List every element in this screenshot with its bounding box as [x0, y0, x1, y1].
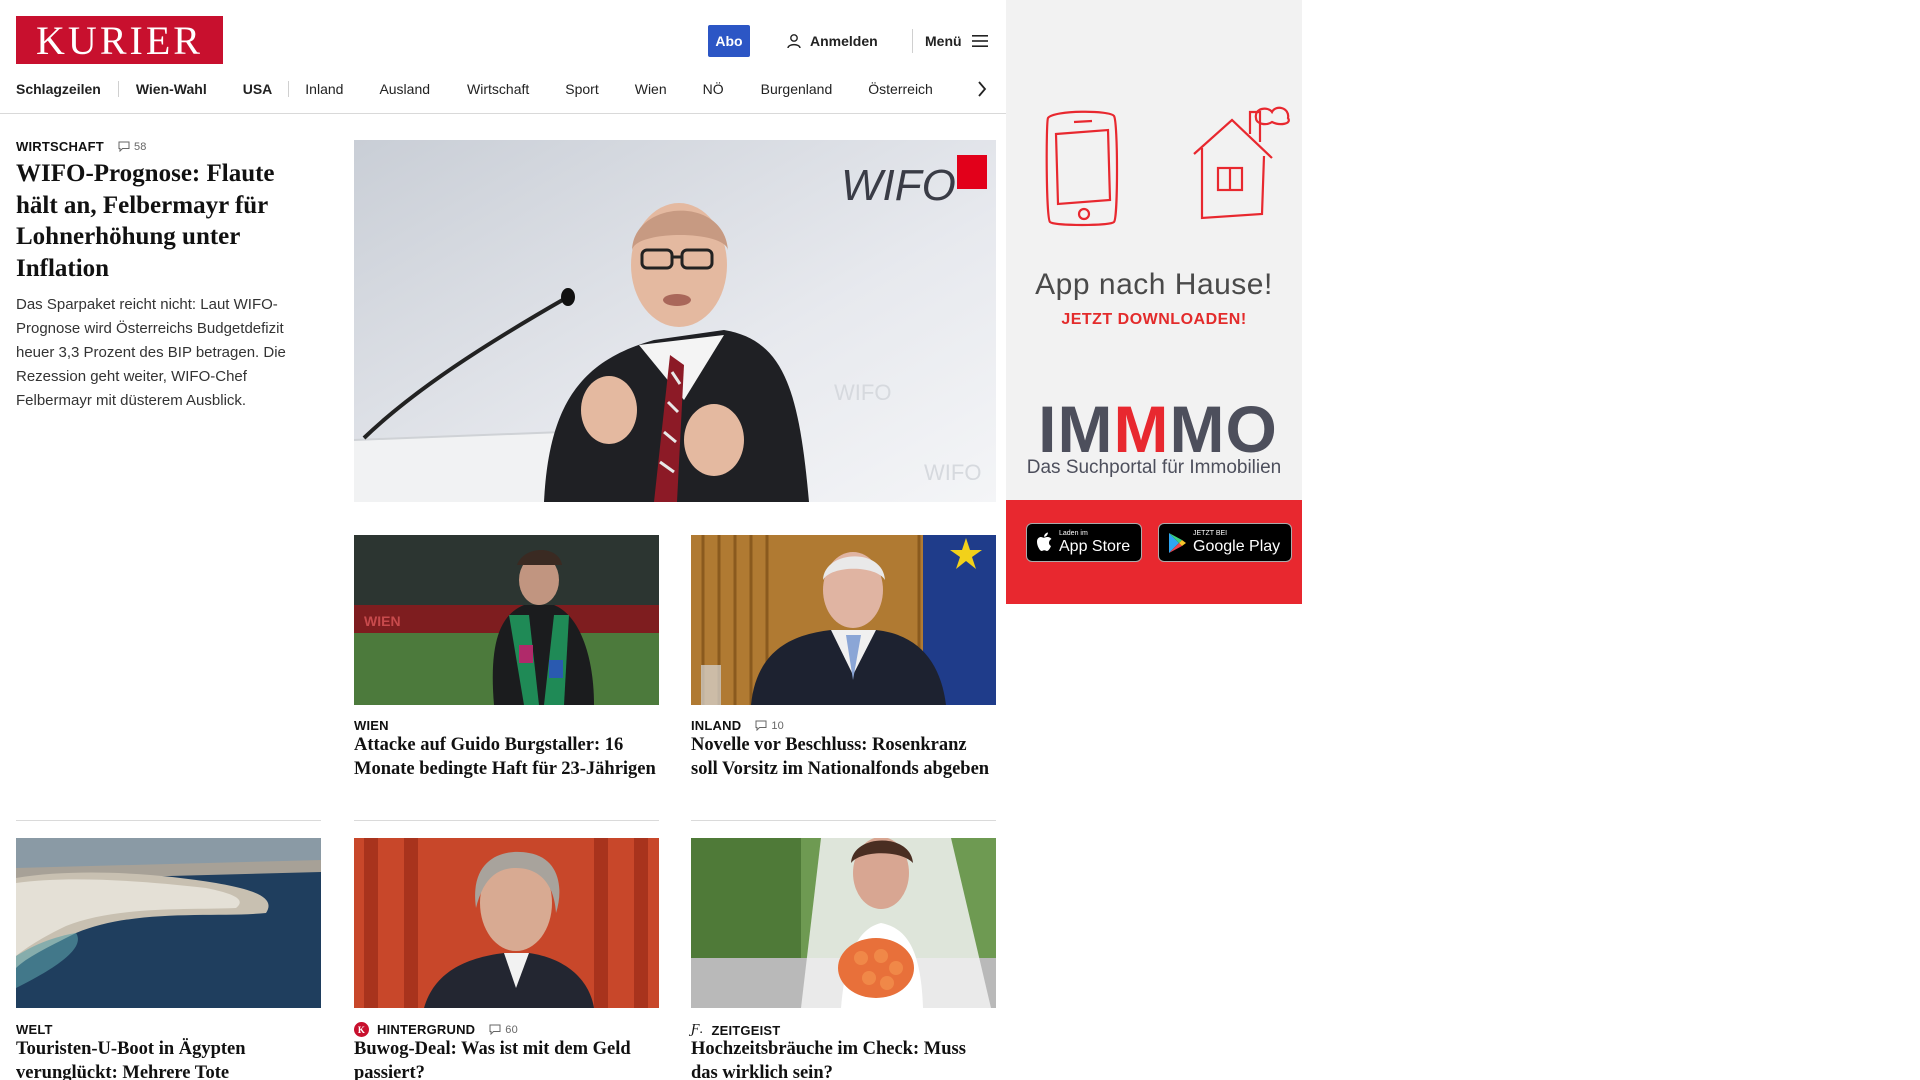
nav-scroll-right-button[interactable] — [972, 76, 992, 102]
google-play-small-label: JETZT BEI — [1193, 530, 1228, 537]
chevron-right-icon — [978, 81, 987, 97]
card-image-zeitgeist[interactable] — [691, 838, 996, 1008]
card-headline-wien[interactable]: Attacke auf Guido Burgstaller: 16 Monate… — [354, 734, 656, 781]
nav-item-wirtschaft[interactable]: Wirtschaft — [467, 81, 529, 97]
card-comment-count[interactable]: 60 — [489, 1024, 518, 1036]
comment-count-value: 60 — [505, 1023, 518, 1036]
google-play-icon — [1169, 532, 1186, 553]
kurier-logo[interactable]: KURIER — [16, 16, 223, 64]
nav-item-wien[interactable]: Wien — [635, 81, 667, 97]
card-headline-zeitgeist[interactable]: Hochzeitsbräuche im Check: Muss das wirk… — [691, 1038, 993, 1080]
card-kicker-zeitgeist: ƒ. ZEITGEIST — [691, 1022, 780, 1038]
card-headline-hintergrund[interactable]: Buwog-Deal: Was ist mit dem Geld passier… — [354, 1038, 656, 1080]
row-divider — [691, 820, 996, 821]
card-image-wien[interactable]: WIEN — [354, 535, 659, 705]
row-divider — [354, 820, 659, 821]
hamburger-icon — [971, 35, 988, 47]
card-kicker-hintergrund: K HINTERGRUND 60 — [354, 1022, 518, 1037]
google-play-button[interactable]: JETZT BEI Google Play — [1158, 523, 1292, 562]
comment-count-value: 10 — [771, 719, 784, 732]
card-comment-count[interactable]: 10 — [755, 720, 784, 732]
card-category[interactable]: WIEN — [354, 718, 389, 733]
card-headline-welt[interactable]: Touristen-U-Boot in Ägypten verunglückt:… — [16, 1038, 318, 1080]
immmo-logo-part: IM — [1038, 392, 1114, 466]
card-image-wien-graphic: WIEN — [354, 535, 659, 705]
svg-text:WIFO: WIFO — [924, 460, 981, 485]
lead-category[interactable]: WIRTSCHAFT — [16, 139, 104, 154]
immmo-logo-accent: M — [1113, 392, 1170, 466]
card-category[interactable]: HINTERGRUND — [377, 1022, 475, 1037]
card-image-hintergrund[interactable] — [354, 838, 659, 1008]
nav-item-sport[interactable]: Sport — [565, 81, 598, 97]
lead-article-kicker: WIRTSCHAFT 58 — [16, 139, 147, 154]
immmo-logo-part: MO — [1169, 392, 1278, 466]
menu-button[interactable]: Menü — [925, 30, 988, 52]
app-store-button[interactable]: Laden im App Store — [1026, 523, 1142, 562]
immmo-app-ad[interactable]: App nach Hause! JETZT DOWNLOADEN! IMMMO … — [1006, 0, 1302, 604]
immmo-logo: IMMMO — [1020, 396, 1296, 462]
kurier-k-icon: K — [354, 1022, 369, 1037]
phone-icon — [1045, 110, 1119, 227]
comment-icon — [755, 720, 767, 731]
card-category[interactable]: WELT — [16, 1022, 53, 1037]
svg-text:WIEN: WIEN — [364, 613, 401, 629]
wifo-backdrop-logo: WIFO — [841, 161, 956, 210]
login-button[interactable]: Anmelden — [786, 30, 878, 52]
zeitgeist-icon: ƒ. — [691, 1022, 704, 1037]
card-image-welt[interactable] — [16, 838, 321, 1008]
comment-icon — [118, 141, 130, 152]
card-kicker-inland: INLAND 10 — [691, 718, 784, 733]
app-store-small-label: Laden im — [1059, 530, 1088, 537]
apple-icon — [1037, 532, 1052, 551]
abo-button[interactable]: Abo — [708, 25, 750, 57]
card-image-welt-graphic — [16, 838, 321, 1008]
card-image-inland-graphic — [691, 535, 996, 705]
section-nav: Schlagzeilen Wien-Wahl USA Inland Auslan… — [16, 76, 933, 102]
lead-image-graphic: WIFO WIFO WIFO — [354, 140, 996, 502]
card-image-inland[interactable] — [691, 535, 996, 705]
nav-item-schlagzeilen[interactable]: Schlagzeilen — [16, 81, 101, 97]
ad-subtitle: JETZT DOWNLOADEN! — [1061, 311, 1247, 328]
header-divider — [912, 29, 913, 53]
card-image-hintergrund-graphic — [354, 838, 659, 1008]
lead-teaser[interactable]: Das Sparpaket reicht nicht: Laut WIFO-Pr… — [16, 293, 316, 413]
comment-icon — [489, 1024, 501, 1035]
nav-item-burgenland[interactable]: Burgenland — [761, 81, 833, 97]
row-divider — [16, 820, 321, 821]
card-category[interactable]: INLAND — [691, 718, 741, 733]
comment-count-value: 58 — [133, 140, 147, 153]
nav-item-usa[interactable]: USA — [243, 81, 273, 97]
lead-comment-count[interactable]: 58 — [118, 141, 147, 153]
nav-item-ausland[interactable]: Ausland — [379, 81, 430, 97]
card-image-zeitgeist-graphic — [691, 838, 996, 1008]
site-header: KURIER Abo Anmelden Menü Schlagzeilen Wi… — [0, 0, 1006, 114]
ad-title: App nach Hause! — [1035, 268, 1273, 301]
nav-divider — [117, 81, 119, 97]
immmo-tagline: Das Suchportal für Immobilien — [1026, 457, 1282, 478]
user-icon — [787, 34, 801, 49]
page: KURIER Abo Anmelden Menü Schlagzeilen Wi… — [0, 0, 1920, 1080]
google-play-label: Google Play — [1193, 538, 1281, 555]
login-label: Anmelden — [810, 33, 878, 49]
nav-item-inland[interactable]: Inland — [305, 81, 343, 97]
house-icon — [1193, 106, 1290, 220]
card-category[interactable]: ZEITGEIST — [711, 1023, 780, 1038]
ad-illustration — [1045, 106, 1290, 227]
card-kicker-wien: WIEN — [354, 718, 389, 733]
lead-image[interactable]: WIFO WIFO WIFO — [354, 140, 996, 502]
nav-divider — [288, 81, 290, 97]
card-kicker-welt: WELT — [16, 1022, 53, 1037]
nav-item-noe[interactable]: NÖ — [703, 81, 724, 97]
app-store-label: App Store — [1059, 538, 1131, 555]
card-headline-inland[interactable]: Novelle vor Beschluss: Rosenkranz soll V… — [691, 734, 993, 781]
svg-text:WIFO: WIFO — [834, 380, 891, 405]
menu-label: Menü — [925, 33, 962, 49]
nav-item-wien-wahl[interactable]: Wien-Wahl — [136, 81, 207, 97]
lead-headline[interactable]: WIFO-Prognose: Flaute hält an, Felbermay… — [16, 158, 316, 284]
nav-item-oesterreich[interactable]: Österreich — [868, 81, 933, 97]
